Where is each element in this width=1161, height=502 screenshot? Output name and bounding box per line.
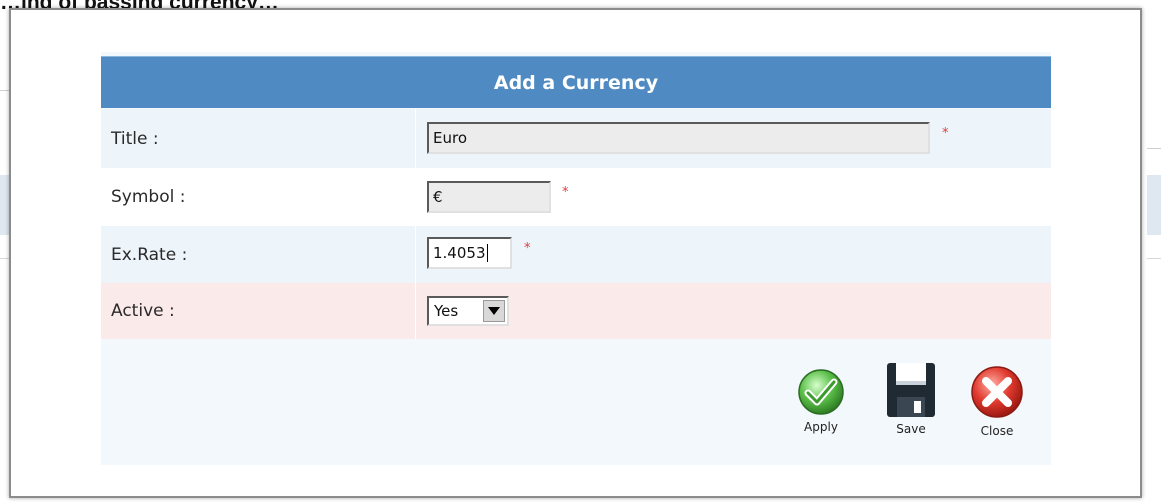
required-marker: * [562, 185, 569, 200]
currency-form: Add a Currency Title : Euro * Symbol : €… [101, 52, 1051, 465]
title-input-value: Euro [433, 129, 467, 147]
background-divider [0, 90, 9, 91]
required-marker: * [524, 241, 531, 256]
background-divider [1147, 148, 1161, 149]
exchange-rate-input-value: 1.4053 [433, 244, 486, 262]
checkmark-icon [798, 369, 844, 415]
symbol-input[interactable]: € [427, 181, 551, 213]
active-select-value: Yes [434, 302, 459, 320]
title-row: Title : Euro * [101, 109, 1051, 168]
exchange-rate-input[interactable]: 1.4053 [427, 237, 512, 269]
dialog-title: Add a Currency [493, 71, 659, 94]
dropdown-arrow-icon[interactable] [483, 300, 505, 322]
form-header: Add a Currency [101, 56, 1051, 108]
column-divider [415, 283, 416, 339]
symbol-row: Symbol : € * [101, 168, 1051, 226]
exchange-rate-row: Ex.Rate : 1.4053 * [101, 226, 1051, 283]
save-label: Save [896, 422, 926, 436]
close-label: Close [980, 424, 1014, 438]
save-button[interactable]: Save [879, 363, 943, 459]
text-caret [486, 244, 488, 262]
apply-button[interactable]: Apply [789, 367, 853, 459]
symbol-label: Symbol : [111, 187, 186, 207]
title-input[interactable]: Euro [427, 122, 930, 154]
active-label: Active : [111, 301, 175, 321]
title-label: Title : [111, 128, 159, 149]
close-button[interactable]: Close [965, 366, 1029, 459]
close-icon [971, 366, 1023, 418]
background-divider [1147, 258, 1161, 259]
active-row: Active : Yes [101, 283, 1051, 339]
active-select[interactable]: Yes [427, 296, 509, 326]
add-currency-dialog: Add a Currency Title : Euro * Symbol : €… [9, 8, 1142, 498]
column-divider [415, 109, 416, 168]
exchange-rate-label: Ex.Rate : [111, 244, 188, 265]
background-divider [0, 258, 9, 259]
required-marker: * [942, 126, 949, 141]
background-band [0, 175, 9, 235]
symbol-input-value: € [433, 188, 443, 206]
column-divider [415, 226, 416, 283]
column-divider [415, 168, 416, 226]
apply-label: Apply [804, 420, 838, 434]
background-band [1147, 175, 1161, 235]
floppy-disk-icon [887, 363, 935, 417]
